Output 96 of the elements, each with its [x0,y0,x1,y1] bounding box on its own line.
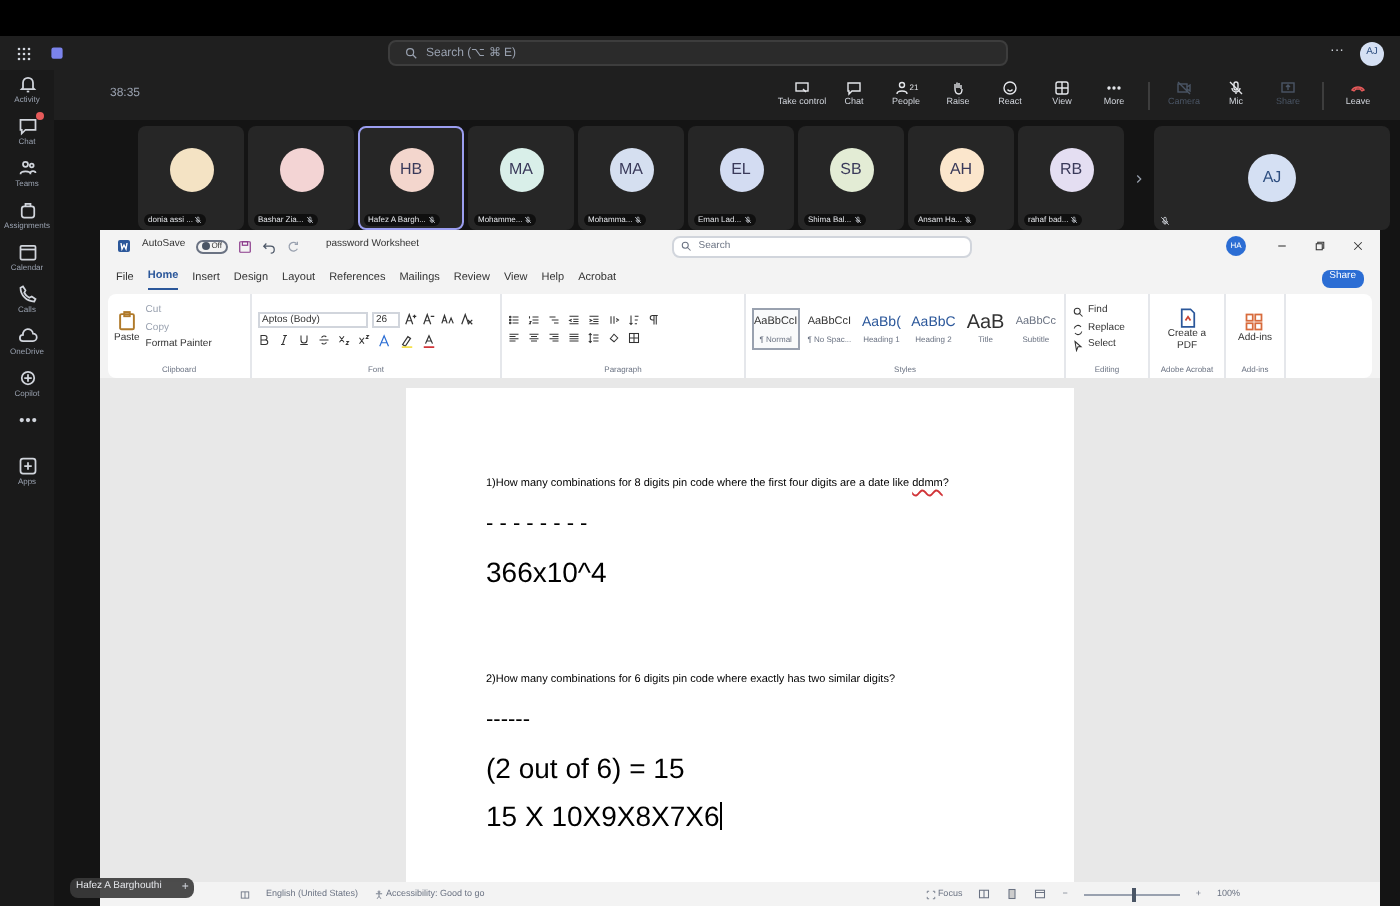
camera-off-icon [1176,80,1192,97]
mic-off-icon [743,216,752,224]
mic-off-icon [964,216,973,224]
book-icon [240,889,250,899]
bold-icon [258,334,270,346]
web-layout-icon [1034,888,1047,900]
people-icon [17,158,37,178]
participant-avatar: EL [719,148,763,192]
grid-dots-icon [16,45,32,61]
share-screen-icon [1280,80,1296,97]
mic-off-icon [305,216,314,224]
slider-thumb[interactable] [1131,887,1136,901]
bell-icon [17,74,37,94]
minimize-icon [1276,240,1288,252]
grid-icon [1054,80,1070,97]
phone-icon [17,284,37,304]
answer-text: 15 X 10X9X8X7X6 [486,798,724,836]
mic-off-icon [853,216,862,224]
logo-icon [48,44,66,62]
search-icon [680,240,693,252]
dash-line: ------ [486,706,532,734]
search-icon [404,46,418,60]
close-icon [1352,240,1364,252]
align-left-icon [508,332,520,344]
participant-avatar: MA [499,148,543,192]
screen-icon [794,80,810,97]
smiley-icon [1002,80,1018,97]
text-effects-icon [378,333,392,347]
underline-icon [298,334,310,346]
participant-avatar: AJ [1248,154,1296,202]
calendar-icon [17,242,37,262]
strikethrough-icon [318,334,330,346]
mic-off-icon [427,216,436,224]
replace-icon [1072,323,1084,335]
chat-icon [17,116,37,136]
sort-icon [628,314,640,326]
document-icon [1177,307,1197,327]
undo-icon [261,239,276,253]
shading-icon [608,332,620,344]
mic-off-icon [634,216,643,224]
answer-text: 366x10^4 [486,554,609,592]
clipboard-icon [115,310,138,333]
multilevel-list-icon [548,314,560,326]
participant-tile[interactable]: AJ [1154,126,1390,230]
justify-icon [568,332,580,344]
apps-icon [17,456,37,476]
mic-off-icon [1160,216,1170,226]
backpack-icon [17,200,37,220]
change-case-icon [440,312,456,326]
mic-off-icon [194,216,203,224]
participant-avatar: HB [389,148,433,192]
bullets-icon [508,314,520,326]
text-direction-icon [608,314,620,326]
save-icon [237,239,252,253]
align-center-icon [528,332,540,344]
notification-badge [35,112,43,120]
word-logo-icon [116,238,132,254]
participant-avatar: MA [609,148,653,192]
participant-avatar: RB [1049,148,1093,192]
mic-off-icon [524,216,533,224]
grow-font-icon [404,312,418,326]
phone-hangup-icon [1350,80,1366,97]
pilcrow-icon [648,314,660,326]
answer-text: (2 out of 6) = 15 [486,750,687,788]
chat-icon [846,80,862,97]
restore-icon [1314,240,1326,252]
participant-avatar: AH [939,148,983,192]
search-icon [1072,306,1084,318]
clear-format-icon [460,312,474,326]
grid-icon [1244,311,1265,332]
cursor-icon [1072,340,1084,352]
print-layout-icon [1006,888,1019,900]
hand-icon [950,80,966,97]
redo-icon [285,239,300,253]
cloud-icon [17,326,37,346]
numbering-icon [528,314,540,326]
superscript-icon [358,334,370,346]
line-spacing-icon [588,332,600,344]
decrease-indent-icon [568,314,580,326]
accessibility-icon [374,889,385,899]
mic-off-icon [1070,216,1079,224]
align-right-icon [548,332,560,344]
read-mode-icon [978,888,991,900]
shrink-font-icon [422,312,436,326]
italic-icon [278,334,290,346]
people-icon [893,80,910,97]
dash-line: - - - - - - - - [486,510,590,538]
focus-icon [925,889,936,899]
highlighter-icon [400,333,414,347]
mic-off-icon [1228,80,1244,97]
font-color-icon [422,333,436,347]
chevron-right-icon [1132,171,1146,185]
borders-icon [628,332,640,344]
increase-indent-icon [588,314,600,326]
participant-avatar: SB [829,148,873,192]
subscript-icon [338,334,350,346]
